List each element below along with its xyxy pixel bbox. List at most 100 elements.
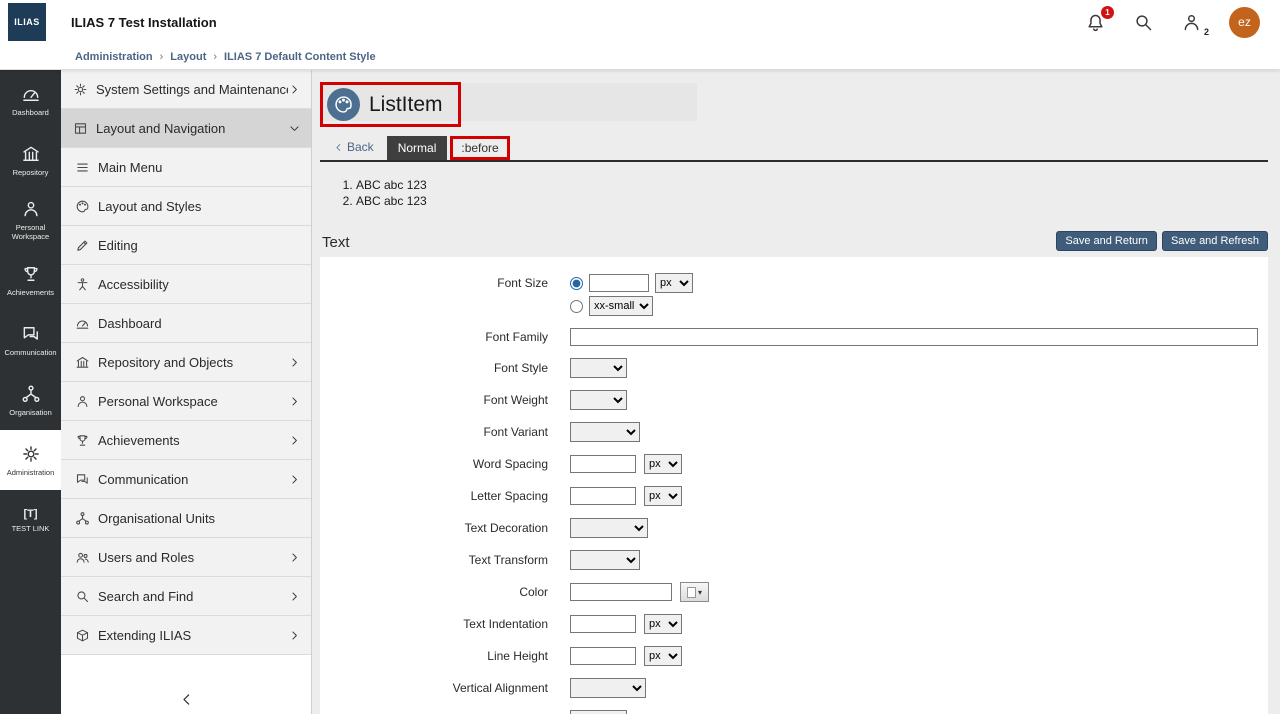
tree-item-label: Dashboard [98,316,301,331]
mainbar-item-label: TEST LINK [12,524,50,533]
tree-item-label: Repository and Objects [98,355,288,370]
tab-normal[interactable]: Normal [387,136,448,160]
form-row-font-weight: Font Weight [320,390,1268,410]
line-height-input[interactable] [570,647,636,665]
form-controls-font-family [570,328,1258,346]
avatar[interactable]: ez [1229,7,1260,38]
back-link[interactable]: Back [333,140,374,160]
font-size-custom-line: px [570,273,693,293]
tree-item-personal-workspace[interactable]: Personal Workspace [61,382,311,421]
palette-icon [75,199,90,214]
text-transform-select[interactable] [570,550,640,570]
text-decoration-select[interactable] [570,518,648,538]
tree-item-organisational-units[interactable]: Organisational Units [61,499,311,538]
text-indentation-input[interactable] [570,615,636,633]
notifications-button[interactable]: 1 [1085,12,1106,33]
mainbar-item-repository[interactable]: Repository [0,130,61,190]
tree-item-repository-and-objects[interactable]: Repository and Objects [61,343,311,382]
mainbar-item-achievements[interactable]: Achievements [0,250,61,310]
word-spacing-input[interactable] [570,455,636,473]
tree-item-users-and-roles[interactable]: Users and Roles [61,538,311,577]
font-weight-select[interactable] [570,390,627,410]
tree-item-dashboard[interactable]: Dashboard [61,304,311,343]
color-input[interactable] [570,583,672,601]
font-size-unit-select[interactable]: px [655,273,693,293]
breadcrumb-link-layout[interactable]: Layout [170,51,206,63]
tree-item-layout-and-navigation[interactable]: Layout and Navigation [61,109,311,148]
box-icon [75,628,90,643]
tree-item-label: Users and Roles [98,550,288,565]
ilias-logo[interactable]: ILIAS [8,3,46,41]
breadcrumb-link-administration[interactable]: Administration [75,51,153,63]
tree-item-main-menu[interactable]: Main Menu [61,148,311,187]
form-label-text-decoration: Text Decoration [320,521,548,535]
form-label-line-height: Line Height [320,649,548,663]
chevron-right-icon [288,551,301,564]
chevron-right-icon [288,395,301,408]
title-row: ListItem [320,82,1268,127]
mainbar-item-label: Administration [7,468,55,477]
tree-item-extending-ilias[interactable]: Extending ILIAS [61,616,311,655]
form-row-word-spacing: Word Spacingpx [320,454,1268,474]
tree-item-accessibility[interactable]: Accessibility [61,265,311,304]
letter-spacing-unit-select[interactable]: px [644,486,682,506]
tree-item-editing[interactable]: Editing [61,226,311,265]
search-button[interactable] [1133,12,1154,33]
tree-item-layout-and-styles[interactable]: Layout and Styles [61,187,311,226]
t-link-icon: [T] [23,508,37,520]
font-size-value-input[interactable] [589,274,649,292]
search-icon [1133,12,1154,33]
font-size-custom-radio[interactable] [570,277,583,290]
save-and-refresh-button[interactable]: Save and Refresh [1162,231,1268,251]
color-swatch [687,587,696,598]
letter-spacing-input[interactable] [570,487,636,505]
font-variant-select[interactable] [570,422,640,442]
font-family-input[interactable] [570,328,1258,346]
breadcrumb-separator: › [160,51,164,63]
gear-icon [73,82,88,97]
chevron-right-icon [288,434,301,447]
mainbar-item-personal-workspace[interactable]: Personal Workspace [0,190,61,250]
line-height-unit-select[interactable]: px [644,646,682,666]
tree-item-system-settings-and-maintenance[interactable]: System Settings and Maintenance [61,70,311,109]
form-controls-text-transform [570,550,640,570]
annotation-box-title: ListItem [320,82,461,127]
form-controls-text-decoration [570,518,648,538]
mainbar-item-label: Communication [4,348,56,357]
font-size-preset-select[interactable]: xx-small [589,296,653,316]
form-row-color: Color▾ [320,582,1268,602]
tree-item-communication[interactable]: Communication [61,460,311,499]
collapse-sidebar-button[interactable] [61,691,311,708]
form-controls-extra-13 [570,710,627,714]
section-row: Text Save and ReturnSave and Refresh [320,231,1268,251]
tree-item-label: Extending ILIAS [98,628,288,643]
palette-icon [333,94,354,115]
mainbar-item-communication[interactable]: Communication [0,310,61,370]
chevron-right-icon [288,473,301,486]
font-size-preset-radio[interactable] [570,300,583,313]
tab-before[interactable]: :before [450,136,509,160]
online-users-button[interactable]: 2 [1181,12,1202,33]
content-area: ListItem Back Normal:before ABC abc 123A… [312,70,1280,714]
word-spacing-unit-select[interactable]: px [644,454,682,474]
color-picker-button[interactable]: ▾ [680,582,709,602]
tree-item-achievements[interactable]: Achievements [61,421,311,460]
form-row-text-decoration: Text Decoration [320,518,1268,538]
vertical-alignment-select[interactable] [570,678,646,698]
font-style-select[interactable] [570,358,627,378]
caret-down-icon: ▾ [698,588,702,597]
mainbar-item-administration[interactable]: Administration [0,430,61,490]
extra-13-select[interactable] [570,710,627,714]
chat-icon [75,472,90,487]
mainbar-item-test-link[interactable]: [T] TEST LINK [0,490,61,550]
search-icon [75,589,90,604]
mainbar-item-dashboard[interactable]: Dashboard [0,70,61,130]
text-indentation-unit-select[interactable]: px [644,614,682,634]
breadcrumb-separator: › [213,51,217,63]
save-and-return-button[interactable]: Save and Return [1056,231,1157,251]
form-row-line-height: Line Height px [320,646,1268,666]
breadcrumb-link-ilias-7-default-content-style[interactable]: ILIAS 7 Default Content Style [224,51,376,63]
mainbar-item-organisation[interactable]: Organisation [0,370,61,430]
form-label-font-weight: Font Weight [320,393,548,407]
tree-item-search-and-find[interactable]: Search and Find [61,577,311,616]
